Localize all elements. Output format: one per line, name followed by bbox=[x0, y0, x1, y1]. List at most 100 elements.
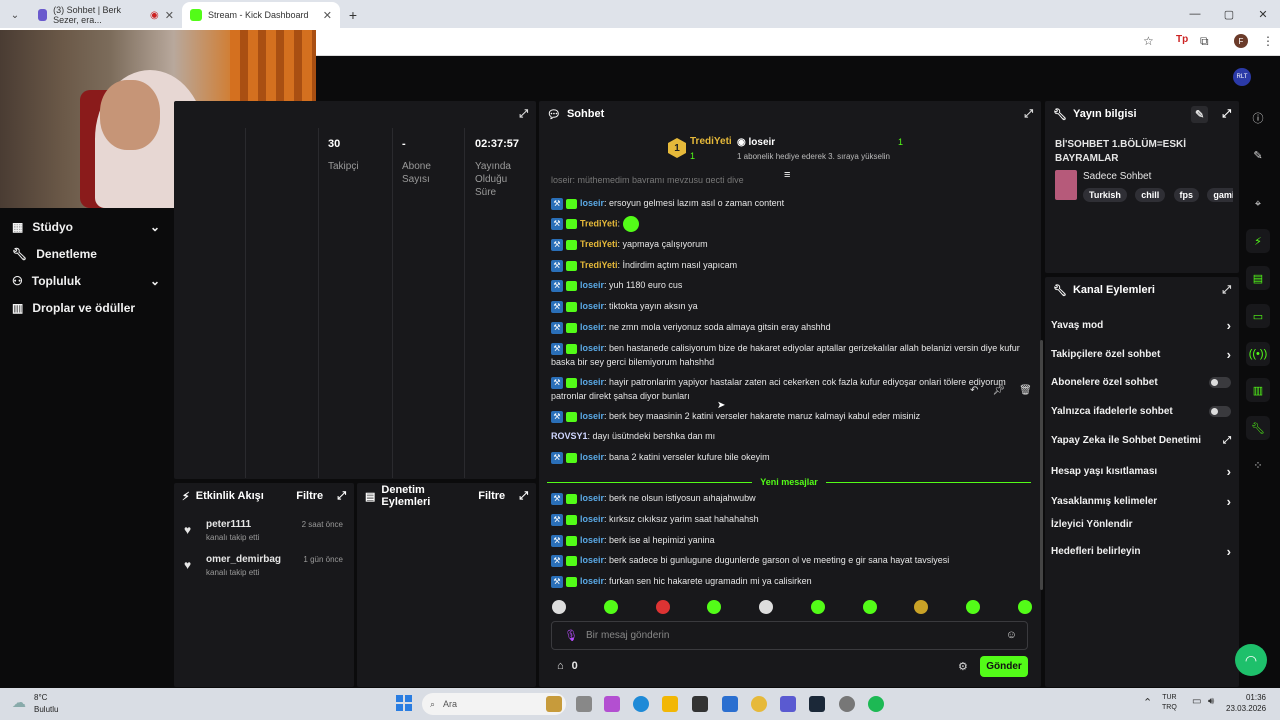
taskbar-app-icon[interactable] bbox=[839, 696, 855, 712]
chat-message[interactable]: ⚒ TrediYeti: İndirdim açtım nasıl yapıcam bbox=[551, 258, 1031, 272]
windows-start-icon[interactable] bbox=[396, 695, 412, 711]
mail-icon[interactable] bbox=[722, 696, 738, 712]
chevron-right-icon[interactable]: › bbox=[1227, 464, 1231, 479]
chat-username[interactable]: loseir bbox=[580, 280, 604, 290]
file-explorer-icon[interactable] bbox=[662, 696, 678, 712]
chat-message[interactable]: ⚒ loseir: berk sadece bi gunlugune dugunl… bbox=[551, 553, 1031, 567]
emote-icon[interactable] bbox=[862, 600, 877, 614]
gift-subscription-prompt[interactable]: 1 abonelik hediye ederek 3. sıraya yükse… bbox=[737, 152, 890, 161]
filter-button[interactable]: Filtre bbox=[478, 490, 505, 502]
sidebar-item-community[interactable]: ⚇ Topluluk ⌄ bbox=[0, 267, 172, 294]
network-icon[interactable]: ▭ bbox=[1192, 696, 1201, 707]
clock[interactable]: 01:36 23.03.2026 bbox=[1226, 692, 1266, 714]
extension-tp-icon[interactable]: Tp bbox=[1176, 34, 1188, 45]
tag-chip[interactable]: chill bbox=[1135, 188, 1166, 202]
close-tab-icon[interactable]: ✕ bbox=[323, 9, 332, 22]
chat-username[interactable]: loseir bbox=[580, 411, 604, 421]
emote-icon[interactable] bbox=[552, 600, 566, 614]
expand-icon[interactable]: ⤢ bbox=[519, 108, 528, 121]
edit-icon[interactable]: ✎ bbox=[1246, 143, 1270, 167]
menu-dots-icon[interactable]: ⋮ bbox=[1262, 34, 1274, 48]
chevron-right-icon[interactable]: › bbox=[1227, 544, 1231, 559]
minimize-icon[interactable]: — bbox=[1178, 0, 1212, 28]
layout-icon[interactable]: ▥ bbox=[1246, 378, 1270, 402]
bolt-icon[interactable]: ⚡︎ bbox=[1246, 229, 1270, 253]
send-button[interactable]: Gönder bbox=[980, 656, 1028, 677]
collapse-icon[interactable]: ≡ bbox=[784, 169, 790, 181]
chat-message[interactable]: ⚒ loseir: hayir patronlarim yapiyor hasta… bbox=[551, 375, 1031, 403]
chat-message[interactable]: ⚒ loseir: ersoyun gelmesi lazım asıl o za… bbox=[551, 196, 1031, 210]
chat-message[interactable]: ⚒ loseir: ne zmn mola veriyonuz soda alma… bbox=[551, 320, 1031, 334]
channel-action-item[interactable]: Yalnızca ifadelerle sohbet bbox=[1051, 406, 1231, 417]
chat-icon[interactable]: ▭ bbox=[1246, 304, 1270, 328]
chat-scrollbar[interactable] bbox=[1040, 340, 1043, 590]
close-tab-icon[interactable]: ✕ bbox=[165, 9, 174, 22]
expand-icon[interactable]: ⤢ bbox=[1222, 108, 1231, 121]
chat-username[interactable]: loseir bbox=[580, 322, 604, 332]
emote-icon[interactable] bbox=[966, 600, 981, 614]
emote-icon[interactable] bbox=[707, 600, 722, 614]
chat-username[interactable]: TrediYeti bbox=[580, 260, 618, 270]
chat-username[interactable]: loseir bbox=[580, 555, 604, 565]
tab-sohbet[interactable]: (3) Sohbet | Berk Sezer, era... ◉ ✕ bbox=[30, 2, 182, 28]
chat-username[interactable]: loseir bbox=[580, 377, 604, 387]
chat-username[interactable]: TrediYeti bbox=[580, 239, 618, 249]
bookmark-star-icon[interactable]: ☆ bbox=[1143, 34, 1154, 48]
wrench-icon[interactable]: 🔧︎ bbox=[1246, 416, 1270, 440]
chat-username[interactable]: loseir bbox=[580, 535, 604, 545]
channel-action-item[interactable]: Hesap yaşı kısıtlaması › bbox=[1051, 464, 1231, 479]
new-tab-button[interactable]: + bbox=[340, 2, 366, 28]
chat-username[interactable]: loseir bbox=[580, 514, 604, 524]
chevron-right-icon[interactable]: › bbox=[1227, 347, 1231, 362]
chat-message[interactable]: ⚒ loseir: berk bey maasinin 2 katini vers… bbox=[551, 409, 1031, 423]
emote-icon[interactable] bbox=[655, 600, 670, 614]
emote-icon[interactable] bbox=[810, 600, 825, 614]
more-icon[interactable]: ⁘ bbox=[1246, 453, 1270, 477]
emote-icon[interactable] bbox=[603, 600, 618, 614]
edit-icon[interactable]: ✎ bbox=[1190, 105, 1209, 123]
emote-icon[interactable] bbox=[914, 600, 929, 614]
pin-icon[interactable]: 📌︎ bbox=[992, 385, 1005, 396]
close-window-icon[interactable]: ✕ bbox=[1246, 0, 1280, 28]
store-icon[interactable] bbox=[692, 696, 708, 712]
chat-username[interactable]: loseir bbox=[580, 576, 604, 586]
chat-username[interactable]: ROVSY1 bbox=[551, 431, 588, 441]
chat-username[interactable]: TrediYeti bbox=[580, 218, 618, 228]
profile-avatar[interactable]: F bbox=[1234, 34, 1248, 48]
expand-icon[interactable]: ⤢ bbox=[1222, 284, 1231, 297]
chat-message[interactable]: ⚒ loseir: kırksız cıkıksız yarim saat hah… bbox=[551, 512, 1031, 526]
document-icon[interactable]: ▤ bbox=[1246, 266, 1270, 290]
chat-username[interactable]: loseir bbox=[580, 493, 604, 503]
tag-chip[interactable]: Turkish bbox=[1083, 188, 1127, 202]
scan-icon[interactable]: ⌖ bbox=[1246, 192, 1270, 216]
broadcast-icon[interactable]: ((•)) bbox=[1246, 342, 1270, 366]
chat-message[interactable]: ⚒ loseir: yuh 1180 euro cus bbox=[551, 278, 1031, 292]
edge-icon[interactable] bbox=[633, 696, 649, 712]
delete-icon[interactable]: 🗑︎ bbox=[1019, 385, 1032, 396]
channel-action-item[interactable]: Takipçilere özel sohbet › bbox=[1051, 347, 1231, 362]
stream-category[interactable]: Sadece Sohbet bbox=[1083, 171, 1151, 182]
extensions-icon[interactable]: ⧉ bbox=[1200, 34, 1209, 49]
chat-message[interactable]: ⚒ loseir: berk ne olsun istiyosun aıhajah… bbox=[551, 491, 1031, 505]
emoji-icon[interactable]: ☺ bbox=[1006, 629, 1017, 641]
chat-message[interactable]: ROVSY1: dayı üsütndeki bershka dan mı bbox=[551, 429, 1031, 443]
chevron-up-icon[interactable]: ⌃ bbox=[1143, 696, 1152, 709]
chat-settings-icon[interactable]: ⚙ bbox=[958, 660, 968, 673]
taskbar-app-icon[interactable] bbox=[546, 696, 562, 712]
support-chat-button[interactable]: ◠ bbox=[1235, 644, 1267, 676]
tab-list-button[interactable]: ⌄ bbox=[0, 2, 30, 28]
chrome-icon[interactable] bbox=[751, 696, 767, 712]
chat-message[interactable]: ⚒ TrediYeti: yapmaya çalışıyorum bbox=[551, 237, 1031, 251]
maximize-icon[interactable]: ▢ bbox=[1212, 0, 1246, 28]
filter-button[interactable]: Filtre bbox=[296, 490, 323, 502]
leaderboard-top-user[interactable]: TrediYeti bbox=[690, 136, 732, 147]
chat-input[interactable]: 🎙︎ Bir mesaj gönderin ☺ bbox=[551, 621, 1028, 650]
chat-username[interactable]: loseir bbox=[580, 343, 604, 353]
chat-message[interactable]: ⚒ loseir: ben hastanede calisiyorum bize … bbox=[551, 341, 1031, 369]
undo-icon[interactable]: ↶ bbox=[970, 385, 978, 396]
taskbar-search[interactable]: ⌕ Ara bbox=[422, 693, 566, 715]
tag-chip[interactable]: fps bbox=[1173, 188, 1200, 202]
chevron-right-icon[interactable]: › bbox=[1227, 318, 1231, 333]
toggle-switch[interactable] bbox=[1209, 406, 1231, 417]
chat-username[interactable]: loseir bbox=[580, 301, 604, 311]
